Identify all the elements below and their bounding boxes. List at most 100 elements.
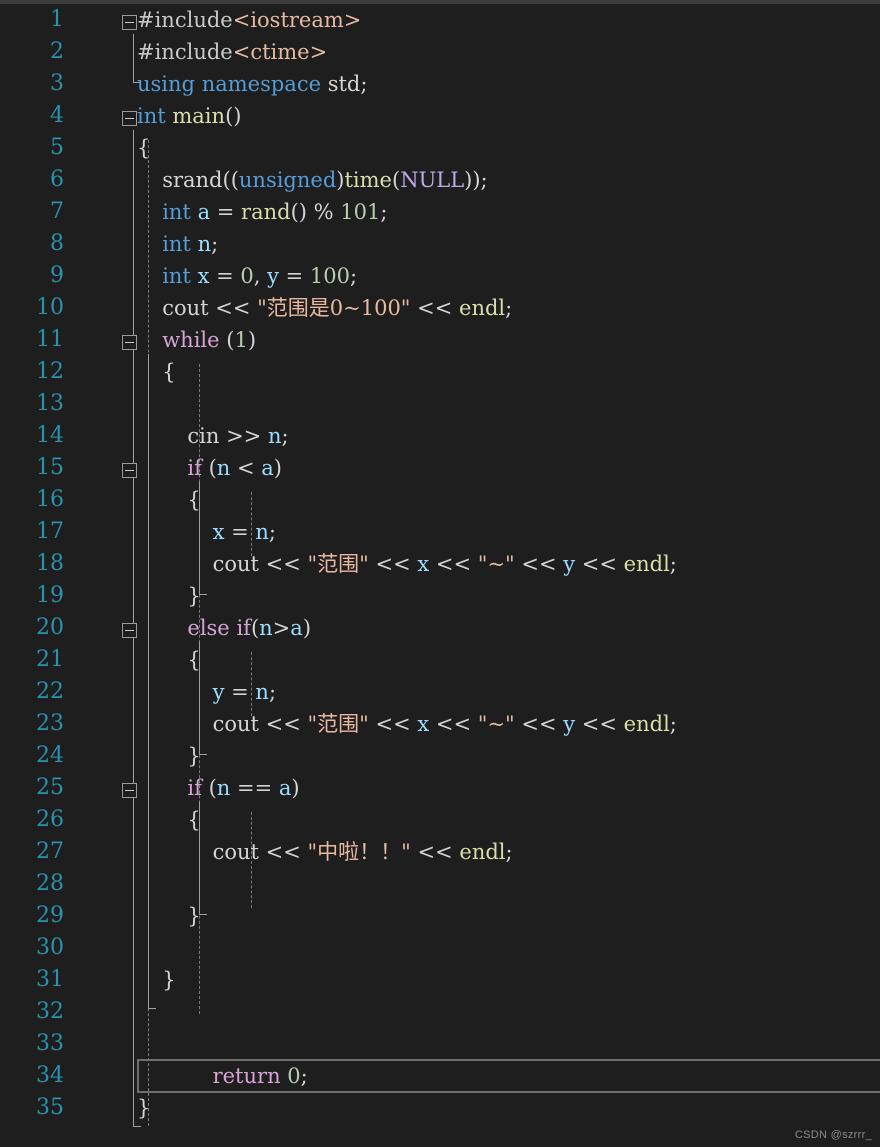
code-line-21[interactable]: 21 {: [0, 644, 880, 676]
token: ;: [211, 232, 219, 256]
code-text-line-27: cout << "中啦！！" << endl;: [213, 836, 513, 868]
token: n: [197, 232, 212, 256]
code-line-35[interactable]: 35}: [0, 1092, 880, 1124]
code-text-line-25: if (n == a): [187, 772, 299, 804]
token: y: [267, 264, 279, 288]
code-line-33[interactable]: 33: [0, 1028, 880, 1060]
token: }: [187, 744, 201, 768]
code-line-13[interactable]: 13: [0, 388, 880, 420]
token: while: [162, 328, 220, 352]
token: unsigned: [238, 168, 337, 192]
code-line-30[interactable]: 30: [0, 932, 880, 964]
token: a: [261, 456, 274, 480]
code-line-25[interactable]: 25 if (n == a): [0, 772, 880, 804]
code-line-20[interactable]: 20 else if(n>a): [0, 612, 880, 644]
line-number-34: 34: [36, 1063, 64, 1088]
code-text-line-19: }: [187, 580, 200, 612]
code-line-8[interactable]: 8 int n;: [0, 228, 880, 260]
code-line-34[interactable]: 34 return 0;: [0, 1060, 880, 1092]
code-line-22[interactable]: 22 y = n;: [0, 676, 880, 708]
code-text-line-17: x = n;: [213, 516, 276, 548]
line-number-13: 13: [36, 391, 64, 416]
code-line-32[interactable]: 32: [0, 996, 880, 1028]
code-line-24[interactable]: 24}: [0, 740, 880, 772]
token: cout: [212, 712, 259, 736]
code-line-16[interactable]: 16 {: [0, 484, 880, 516]
token: ((: [222, 168, 239, 192]
code-line-4[interactable]: 4 int main(): [0, 100, 880, 132]
token: a: [197, 200, 211, 224]
line-number-30: 30: [36, 935, 64, 960]
token: y: [563, 712, 576, 736]
code-line-11[interactable]: 11 while (1): [0, 324, 880, 356]
code-line-12[interactable]: 12 {: [0, 356, 880, 388]
token: {: [187, 808, 201, 832]
token: "范围": [307, 712, 369, 736]
line-number-18: 18: [36, 551, 64, 576]
code-line-10[interactable]: 10 cout << "范围是0~100" << endl;: [0, 292, 880, 324]
token: y: [563, 552, 576, 576]
line-number-20: 20: [36, 615, 64, 640]
code-text-line-35: }: [137, 1092, 150, 1124]
code-line-7[interactable]: 7 int a = rand() % 101;: [0, 196, 880, 228]
token: ): [291, 776, 300, 800]
line-number-27: 27: [36, 839, 64, 864]
code-line-27[interactable]: 27 cout << "中啦！！" << endl;: [0, 836, 880, 868]
token: x: [212, 520, 225, 544]
token: endl: [459, 296, 506, 320]
editor-surface[interactable]: 1 #include<iostream> 2 #include<ctime> 3 usin…: [0, 4, 880, 1147]
code-line-9[interactable]: 9 int x = 0, y = 100;: [0, 260, 880, 292]
token: >: [272, 616, 291, 640]
code-text-line-7: int a = rand() % 101;: [162, 196, 387, 228]
token: "~": [477, 712, 515, 736]
code-text-line-10: cout << "范围是0~100" << endl;: [162, 292, 512, 324]
line-number-32: 32: [36, 999, 64, 1024]
token: y: [212, 680, 225, 704]
code-text-line-22: y = n;: [213, 676, 276, 708]
code-line-29[interactable]: 29}: [0, 900, 880, 932]
code-text-line-11: while (1): [162, 324, 256, 356]
token: ;: [350, 264, 358, 288]
token: <<: [575, 552, 624, 576]
token: if: [187, 776, 202, 800]
line-number-26: 26: [36, 807, 64, 832]
token: ;: [268, 520, 276, 544]
line-number-29: 29: [36, 903, 64, 928]
code-line-3[interactable]: 3 using namespace std;: [0, 68, 880, 100]
code-line-2[interactable]: 2 #include<ctime>: [0, 36, 880, 68]
code-text-line-1: #include<iostream>: [137, 4, 361, 36]
token: }: [137, 1096, 151, 1120]
token: ): [302, 616, 312, 640]
token: x: [417, 712, 430, 736]
code-line-19[interactable]: 19}: [0, 580, 880, 612]
code-line-26[interactable]: 26 {: [0, 804, 880, 836]
token: ;: [300, 1064, 308, 1088]
code-line-28[interactable]: 28: [0, 868, 880, 900]
token: "~": [477, 552, 515, 576]
token: <<: [368, 712, 418, 736]
token: int: [137, 104, 166, 128]
code-line-5[interactable]: 5{: [0, 132, 880, 164]
code-line-1[interactable]: 1 #include<iostream>: [0, 4, 880, 36]
code-text-line-16: {: [187, 484, 200, 516]
code-line-6[interactable]: 6 srand((unsigned)time(NULL));: [0, 164, 880, 196]
code-line-31[interactable]: 31}: [0, 964, 880, 996]
token: =: [278, 264, 310, 288]
line-number-14: 14: [36, 423, 64, 448]
token: x: [197, 264, 210, 288]
line-number-21: 21: [36, 647, 64, 672]
token: int: [162, 200, 191, 224]
code-line-18[interactable]: 18 cout << "范围" << x << "~" << y << endl;: [0, 548, 880, 580]
token: cout: [212, 840, 259, 864]
token: using: [137, 72, 195, 96]
token: ;: [380, 200, 388, 224]
code-line-17[interactable]: 17 x = n;: [0, 516, 880, 548]
code-line-23[interactable]: 23 cout << "范围" << x << "~" << y << endl;: [0, 708, 880, 740]
token: "中啦！！": [307, 840, 411, 864]
code-text-line-24: }: [187, 740, 200, 772]
code-line-14[interactable]: 14 cin >> n;: [0, 420, 880, 452]
code-line-15[interactable]: 15 if (n < a): [0, 452, 880, 484]
token: srand: [162, 168, 223, 192]
token: n: [255, 520, 269, 544]
